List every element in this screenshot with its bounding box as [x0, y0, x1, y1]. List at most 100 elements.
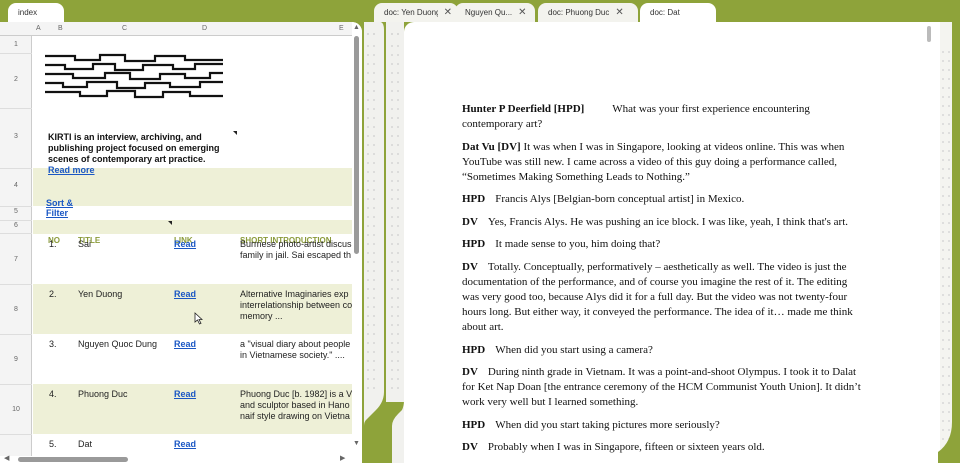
speaker-label: HPD	[462, 193, 486, 206]
row-header[interactable]: 1	[0, 41, 32, 48]
entry-read-link[interactable]: Read	[174, 339, 196, 350]
paragraph-text: Yes, Francis Alys. He was pushing an ice…	[487, 215, 849, 228]
tab-label: doc: Phuong Duc	[548, 8, 610, 17]
about-text: KIRTI is an interview, archiving, and pu…	[48, 132, 233, 176]
tab-doc-yen-duong[interactable]: doc: Yen Duong ✕	[374, 3, 458, 22]
close-icon[interactable]: ✕	[444, 7, 452, 18]
tab-label: doc: Dat	[650, 8, 680, 17]
about-line: publishing project focused on emerging	[48, 143, 220, 153]
sheet-grid: KIRTI is an interview, archiving, and pu…	[33, 36, 352, 456]
close-icon[interactable]: ✕	[518, 7, 526, 18]
about-line: KIRTI is an interview, archiving, and	[48, 132, 202, 142]
document-paragraph: HPD When did you start taking pictures mo…	[462, 418, 862, 433]
tab-label: Nguyen Qu...	[465, 8, 513, 17]
column-headers: A B C D E	[0, 22, 352, 36]
document-paragraph: HPD It made sense to you, him doing that?	[462, 237, 862, 252]
scroll-up-icon[interactable]: ▲	[353, 24, 360, 31]
document-paragraph: HPD When did you start using a camera?	[462, 343, 862, 358]
tab-bar: index doc: Yen Duong ✕ Nguyen Qu... ✕ do…	[0, 0, 960, 22]
header-row-band	[33, 220, 352, 234]
column-header-c[interactable]: C	[122, 25, 127, 32]
paragraph-text: When did you start taking pictures more …	[495, 418, 720, 431]
scrollbar-thumb[interactable]	[354, 36, 359, 254]
spreadsheet-pane: A B C D E 1 2 3 4 5 6 7 8 9 10 KIRTI is …	[0, 22, 362, 463]
tab-doc-nguyen[interactable]: Nguyen Qu... ✕	[455, 3, 535, 22]
paragraph-text: Probably when I was in Singapore, fiftee…	[487, 441, 765, 454]
scrollbar-thumb[interactable]	[18, 457, 128, 462]
paragraph-text: It made sense to you, him doing that?	[495, 238, 661, 251]
document-pane: Hunter P Deerfield [HPD] What was your fi…	[404, 22, 952, 463]
speaker-label: HPD	[462, 343, 486, 356]
tab-label: doc: Yen Duong	[384, 8, 438, 17]
entry-read-link[interactable]: Read	[174, 239, 196, 250]
tab-index[interactable]: index	[8, 3, 64, 22]
vertical-scrollbar[interactable]: ▲ ▼	[352, 22, 362, 456]
entry-intro-line: a "visual diary about people	[240, 339, 351, 349]
row-header[interactable]: 6	[0, 222, 32, 229]
column-header-d[interactable]: D	[202, 25, 207, 32]
row-header[interactable]: 4	[0, 182, 32, 189]
entry-number: 2.	[49, 289, 57, 299]
entry-intro-line: naif style drawing on Vietna	[240, 411, 350, 421]
entry-intro-line: interrelationship between co	[240, 300, 352, 310]
speaker-label: HPD	[462, 418, 486, 431]
entry-intro-line: Phuong Duc [b. 1982] is a V	[240, 389, 352, 399]
document-paragraph: Dat Vu [DV] It was when I was in Singapo…	[462, 140, 862, 185]
cell-note-indicator	[168, 221, 172, 225]
row-header[interactable]: 3	[0, 133, 32, 140]
entry-read-link[interactable]: Read	[174, 289, 196, 300]
entry-read-link[interactable]: Read	[174, 389, 196, 400]
document-paragraph: DV Probably when I was in Singapore, fift…	[462, 440, 862, 455]
entry-intro-line: family in jail. Sai escaped th	[240, 250, 352, 260]
kirti-logo	[45, 53, 223, 99]
speaker-label: Hunter P Deerfield [HPD]	[462, 103, 585, 115]
entry-intro-line: in Vietnamese society." ....	[240, 350, 345, 360]
entry-intro-line: Burmese photo-artist discus	[240, 239, 352, 249]
pane-divider-ribbon[interactable]	[362, 22, 408, 463]
row-header[interactable]: 7	[0, 256, 32, 263]
document-paragraph: HPD Francis Alys [Belgian-born conceptual…	[462, 192, 862, 207]
speaker-label: HPD	[462, 238, 486, 251]
scroll-right-icon[interactable]: ▶	[340, 454, 345, 462]
row-header[interactable]: 10	[0, 406, 32, 413]
entry-title: Phuong Duc	[78, 389, 128, 399]
row-header[interactable]: 8	[0, 306, 32, 313]
close-icon[interactable]: ✕	[615, 7, 623, 18]
speaker-label: DV	[462, 441, 478, 454]
cell-note-indicator	[233, 131, 237, 135]
tab-doc-dat[interactable]: doc: Dat	[640, 3, 716, 22]
about-line: scenes of contemporary art practice.	[48, 154, 206, 164]
speaker-label: DV	[462, 366, 478, 379]
row-header[interactable]: 9	[0, 356, 32, 363]
entry-title: Sai	[78, 239, 92, 249]
entry-intro-line: and sculptor based in Hano	[240, 400, 350, 410]
entry-title: Yen Duong	[78, 289, 123, 299]
sort-filter-link[interactable]: Sort & Filter	[46, 198, 86, 218]
row-header[interactable]: 2	[0, 76, 32, 83]
paragraph-text: Totally. Conceptually, performatively – …	[462, 260, 853, 333]
entry-title: Dat	[78, 439, 93, 449]
document-paragraph: DV Yes, Francis Alys. He was pushing an i…	[462, 215, 862, 230]
tab-label: index	[18, 8, 38, 17]
speaker-label: Dat Vu [DV]	[462, 140, 521, 153]
paragraph-text: During ninth grade in Vietnam. It was a …	[462, 366, 861, 409]
horizontal-scrollbar[interactable]: ◀ ▶	[0, 454, 352, 463]
column-header-e[interactable]: E	[339, 25, 344, 32]
window-frame-edge	[938, 22, 960, 463]
entry-intro-line: memory ...	[240, 311, 283, 321]
entry-read-link[interactable]: Read	[174, 439, 196, 450]
column-header-b[interactable]: B	[58, 25, 63, 32]
tab-doc-phuong-duc[interactable]: doc: Phuong Duc ✕	[538, 3, 638, 22]
entry-number: 3.	[49, 339, 57, 349]
document-paragraph: DV Totally. Conceptually, performatively …	[462, 260, 862, 335]
entry-number: 5.	[49, 439, 57, 449]
speaker-label: DV	[462, 215, 478, 228]
row-header[interactable]: 5	[0, 208, 32, 215]
scroll-left-icon[interactable]: ◀	[4, 454, 9, 462]
paragraph-text: Francis Alys [Belgian-born conceptual ar…	[495, 193, 745, 206]
entry-number: 1.	[49, 239, 57, 249]
mouse-cursor-icon	[194, 312, 203, 325]
column-header-a[interactable]: A	[36, 25, 41, 32]
scroll-down-icon[interactable]: ▼	[353, 440, 360, 447]
read-more-link[interactable]: Read more	[48, 165, 233, 176]
